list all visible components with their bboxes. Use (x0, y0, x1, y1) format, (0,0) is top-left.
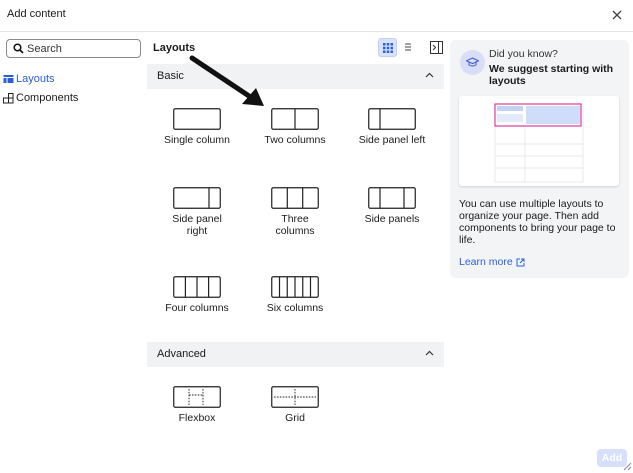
resize-handle-icon[interactable] (623, 462, 632, 471)
external-link-icon (516, 258, 525, 266)
layout-tile-six-columns[interactable]: Six columns (247, 276, 343, 314)
search-box[interactable] (6, 39, 141, 58)
section-label: Basic (157, 70, 184, 82)
chevron-up-icon (425, 72, 434, 78)
search-icon (13, 43, 24, 54)
tip-badge (460, 50, 485, 75)
four-columns-icon (173, 276, 221, 298)
tip-panel: Did you know? We suggest starting with l… (450, 40, 629, 278)
tile-label: Side panels (364, 213, 420, 225)
flexbox-icon (173, 386, 221, 408)
list-view-button[interactable] (399, 38, 418, 57)
layout-preview-illustration (459, 96, 619, 186)
section-header-advanced[interactable]: Advanced (147, 342, 444, 367)
layout-tile-three-columns[interactable]: Three columns (247, 187, 343, 237)
dialog-header: Add content (0, 0, 633, 32)
three-columns-icon (271, 187, 319, 209)
side-panels-icon (368, 187, 416, 209)
tile-label: Six columns (266, 302, 324, 314)
tip-body: You can use multiple layouts to organize… (459, 198, 616, 246)
tile-label: Four columns (165, 302, 229, 314)
close-icon[interactable] (610, 8, 624, 22)
sidebar-item-label: Components (16, 92, 79, 104)
learn-more-label: Learn more (459, 256, 513, 268)
layout-tile-two-columns[interactable]: Two columns (247, 108, 343, 146)
layout-tile-four-columns[interactable]: Four columns (149, 276, 245, 314)
list-view-icon (405, 43, 411, 51)
panel-toggle-icon[interactable] (430, 41, 443, 54)
grid-view-button[interactable] (378, 38, 397, 57)
tile-label: Side panel left (358, 134, 426, 146)
layout-tile-grid[interactable]: Grid (247, 386, 343, 424)
side-panel-right-icon (173, 187, 221, 209)
tile-label: Side panel right (172, 213, 222, 237)
annotation-arrow (189, 55, 264, 106)
layouts-icon (3, 75, 14, 83)
tile-label: Two columns (264, 134, 326, 146)
tile-label: Single column (164, 134, 230, 146)
layout-tile-single-column[interactable]: Single column (149, 108, 245, 146)
chevron-up-icon (425, 350, 434, 356)
graduation-cap-icon (466, 57, 479, 67)
layout-tile-side-panel-left[interactable]: Side panel left (344, 108, 440, 146)
grid-view-icon (383, 43, 393, 53)
sidebar-item-components[interactable]: Components (3, 91, 78, 105)
learn-more-link[interactable]: Learn more (459, 256, 525, 268)
tip-headline: We suggest starting with layouts (489, 63, 614, 87)
sidebar-item-label: Layouts (16, 73, 55, 85)
tip-kicker: Did you know? (489, 48, 558, 60)
tile-label: Grid (285, 412, 305, 424)
preview-graphic (494, 103, 584, 183)
side-panel-left-icon (368, 108, 416, 130)
section-label: Advanced (157, 348, 206, 360)
layout-tile-flexbox[interactable]: Flexbox (149, 386, 245, 424)
page-title: Layouts (153, 42, 196, 54)
sidebar-item-layouts[interactable]: Layouts (3, 72, 55, 86)
components-icon (3, 92, 14, 103)
dialog-title: Add content (7, 8, 66, 20)
layout-tile-side-panel-right[interactable]: Side panel right (149, 187, 245, 237)
tile-label: Flexbox (178, 412, 216, 424)
layout-tile-side-panels[interactable]: Side panels (344, 187, 440, 225)
tile-label: Three columns (275, 213, 315, 237)
two-columns-icon (271, 108, 319, 130)
six-columns-icon (271, 276, 319, 298)
grid-layout-icon (271, 386, 319, 408)
search-input[interactable] (27, 41, 137, 56)
